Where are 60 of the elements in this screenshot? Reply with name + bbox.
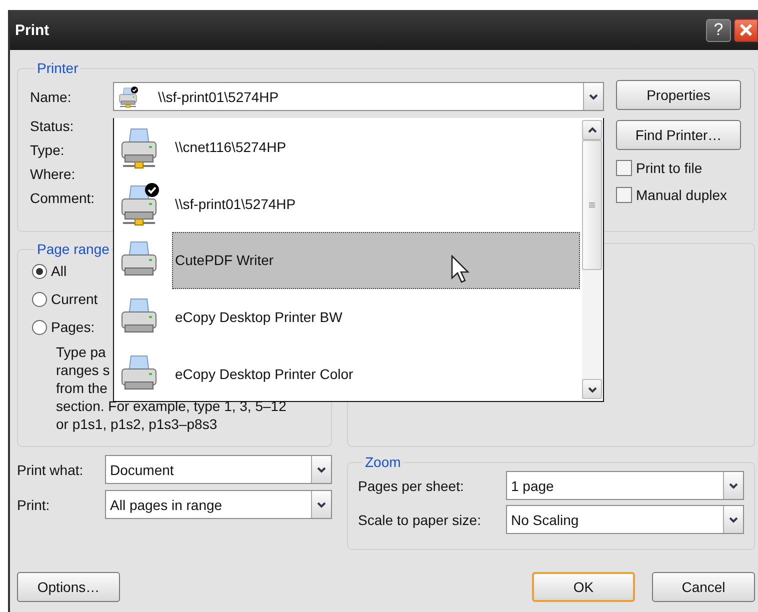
printer-list-item[interactable]: \\sf-print01\5274HP xyxy=(114,176,581,232)
printer-combo[interactable]: \\sf-print01\5274HP xyxy=(113,82,604,111)
close-button[interactable] xyxy=(734,18,758,42)
hint-text: ranges s xyxy=(56,361,110,379)
radio-button[interactable] xyxy=(32,264,47,278)
scrollbar[interactable] xyxy=(582,120,602,399)
hint-text: or p1s1, p1s2, p1s3–p8s3 xyxy=(56,415,218,433)
combo-value: Document xyxy=(109,462,174,478)
dialog-button[interactable]: Properties xyxy=(616,80,741,110)
dialog-button[interactable]: Options… xyxy=(17,572,120,602)
dropdown-arrow-button[interactable] xyxy=(311,456,331,483)
dropdown-arrow-button[interactable] xyxy=(723,506,743,533)
printer-list-item[interactable]: eCopy Desktop Printer BW xyxy=(114,288,581,346)
scroll-down-button[interactable] xyxy=(582,379,602,399)
mouse-pointer-icon xyxy=(450,255,470,284)
window-title: Print xyxy=(15,22,50,38)
field-label: Where: xyxy=(30,166,76,184)
hint-text: from the xyxy=(56,379,108,397)
close-icon xyxy=(738,22,754,38)
combo-value: No Scaling xyxy=(510,512,579,528)
printer-list-item[interactable]: eCopy Desktop Printer Color xyxy=(114,345,581,402)
dropdown[interactable]: 1 page xyxy=(506,471,744,500)
combo-value: 1 page xyxy=(510,478,554,494)
checkbox[interactable] xyxy=(616,187,632,203)
group-title: Zoom xyxy=(364,454,402,470)
hint-text: Type pa xyxy=(56,343,106,361)
dialog-button[interactable]: Cancel xyxy=(652,572,755,602)
field-label: Print what: xyxy=(17,462,84,478)
dialog-button[interactable]: OK xyxy=(532,572,635,602)
radio-label: All xyxy=(51,263,67,279)
field-label: Type: xyxy=(30,142,64,160)
group-title: Printer xyxy=(36,60,80,76)
scroll-up-button[interactable] xyxy=(582,120,602,140)
dropdown[interactable]: All pages in range xyxy=(105,490,332,519)
radio-label: Current xyxy=(51,291,98,307)
help-button[interactable]: ? xyxy=(706,18,731,42)
group-title: Page range xyxy=(36,241,110,257)
dialog-button[interactable]: Find Printer… xyxy=(616,120,741,150)
printer-list-item[interactable]: \\cnet116\5274HP xyxy=(114,119,581,176)
combo-value: All pages in range xyxy=(109,496,222,512)
dropdown[interactable]: Document xyxy=(105,455,332,484)
field-label: Pages per sheet: xyxy=(358,478,465,494)
dropdown-arrow-button[interactable] xyxy=(723,472,743,499)
field-label: Name: xyxy=(30,88,72,104)
checkbox-label: Manual duplex xyxy=(636,187,728,203)
checkbox-label: Print to file xyxy=(636,160,702,176)
dropdown-arrow-button[interactable] xyxy=(311,491,331,518)
radio-label: Pages: xyxy=(51,319,95,335)
radio-button[interactable] xyxy=(32,292,47,306)
dropdown-arrow-button[interactable] xyxy=(583,83,603,110)
field-label: Scale to paper size: xyxy=(358,512,482,528)
checkbox[interactable] xyxy=(616,160,632,176)
combo-value: \\sf-print01\5274HP xyxy=(158,88,279,104)
dropdown[interactable]: No Scaling xyxy=(506,505,744,534)
radio-button[interactable] xyxy=(32,320,47,334)
grip-icon xyxy=(589,202,595,208)
field-label: Comment: xyxy=(30,190,95,208)
field-label: Status: xyxy=(30,118,74,136)
field-label: Print: xyxy=(17,496,51,512)
scroll-thumb[interactable] xyxy=(582,140,602,270)
